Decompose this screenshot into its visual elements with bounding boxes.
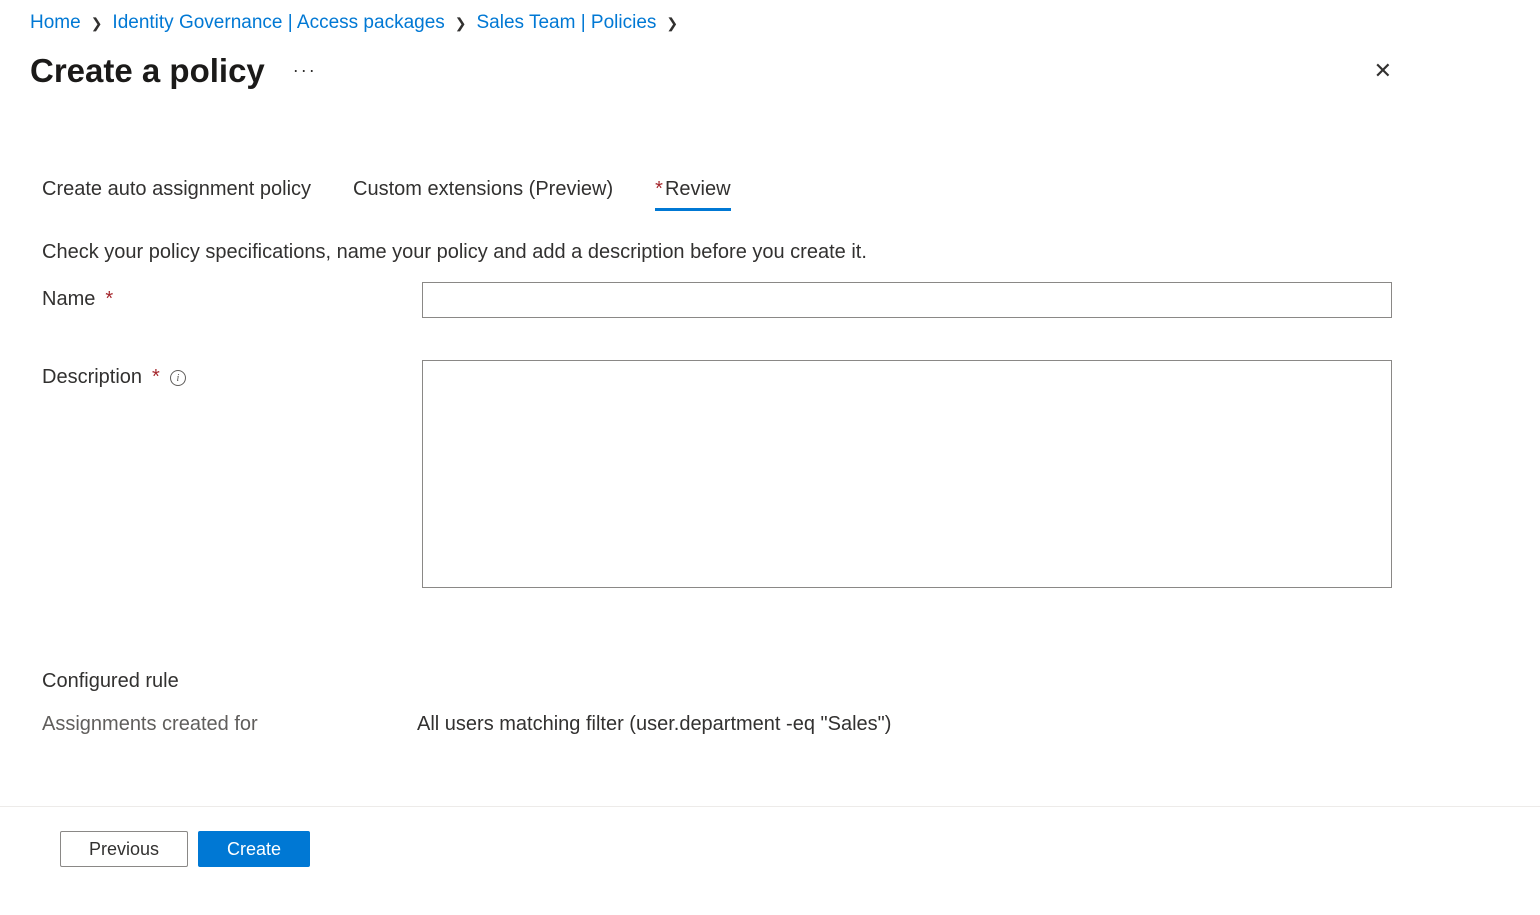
breadcrumb-identity-governance[interactable]: Identity Governance | Access packages <box>112 12 444 34</box>
required-indicator: * <box>655 178 663 200</box>
description-label: Description <box>42 366 142 389</box>
create-button[interactable]: Create <box>198 831 310 867</box>
description-input[interactable] <box>422 360 1392 588</box>
chevron-right-icon: ❯ <box>455 15 467 32</box>
tabs: Create auto assignment policy Custom ext… <box>42 178 1498 211</box>
breadcrumb-sales-team-policies[interactable]: Sales Team | Policies <box>477 12 657 34</box>
assignments-label: Assignments created for <box>42 713 417 736</box>
main-content: Create auto assignment policy Custom ext… <box>0 178 1540 736</box>
breadcrumb: Home ❯ Identity Governance | Access pack… <box>0 0 1540 42</box>
configured-rule-heading: Configured rule <box>42 670 1498 693</box>
tab-create-auto-assignment[interactable]: Create auto assignment policy <box>42 178 311 211</box>
chevron-right-icon: ❯ <box>91 15 103 32</box>
previous-button[interactable]: Previous <box>60 831 188 867</box>
required-indicator: * <box>105 288 113 311</box>
chevron-right-icon: ❯ <box>666 15 678 32</box>
instructions-text: Check your policy specifications, name y… <box>42 241 1498 264</box>
tab-review[interactable]: *Review <box>655 178 730 211</box>
required-indicator: * <box>152 366 160 389</box>
name-label: Name <box>42 288 95 311</box>
assignments-row: Assignments created for All users matchi… <box>42 713 1498 736</box>
close-icon[interactable]: ✕ <box>1366 50 1400 92</box>
tab-review-label: Review <box>665 178 731 200</box>
assignments-value: All users matching filter (user.departme… <box>417 713 891 736</box>
info-icon[interactable]: i <box>170 370 186 386</box>
breadcrumb-home[interactable]: Home <box>30 12 81 34</box>
name-row: Name * <box>42 282 1498 318</box>
tab-custom-extensions[interactable]: Custom extensions (Preview) <box>353 178 613 211</box>
more-actions-icon[interactable]: ··· <box>293 60 317 83</box>
page-title: Create a policy <box>30 52 265 90</box>
title-row: Create a policy ··· ✕ <box>0 42 1540 92</box>
footer: Previous Create <box>0 806 1540 867</box>
description-row: Description * i <box>42 360 1498 588</box>
name-input[interactable] <box>422 282 1392 318</box>
